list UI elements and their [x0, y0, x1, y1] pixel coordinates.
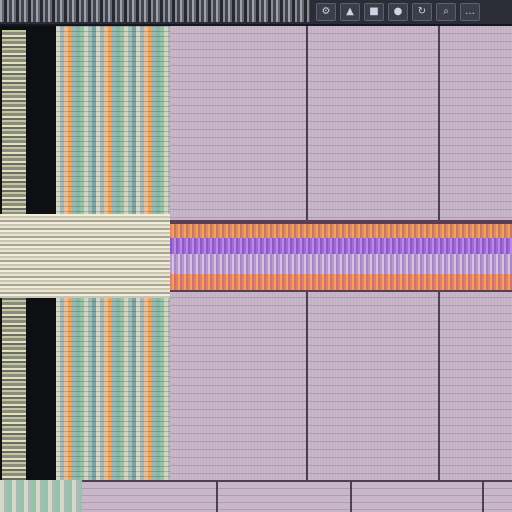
- zoom-button[interactable]: ⌕: [436, 3, 456, 21]
- clip-lavender[interactable]: [170, 254, 512, 274]
- record-button[interactable]: ●: [388, 3, 408, 21]
- settings-icon: ⚙: [321, 6, 331, 17]
- timeline-canvas[interactable]: [170, 26, 512, 480]
- top-toolbar: ⚙ ▲ ■ ● ↻ ⌕ …: [0, 0, 512, 26]
- record-icon: ●: [393, 6, 403, 17]
- settings-button[interactable]: ⚙: [316, 3, 336, 21]
- loop-icon: ↻: [417, 6, 427, 17]
- selected-track-header[interactable]: [0, 214, 170, 298]
- stop-button[interactable]: ■: [364, 3, 384, 21]
- clip-purple[interactable]: [170, 238, 512, 254]
- clip-orange-top[interactable]: [170, 224, 512, 238]
- daw-window: ⚙ ▲ ■ ● ↻ ⌕ …: [0, 0, 512, 512]
- cursor-button[interactable]: ▲: [340, 3, 360, 21]
- clip-orange-bottom[interactable]: [170, 274, 512, 290]
- stop-icon: ■: [369, 6, 379, 17]
- loop-button[interactable]: ↻: [412, 3, 432, 21]
- selected-track-lane[interactable]: [170, 220, 512, 292]
- more-icon: …: [465, 6, 475, 17]
- cursor-icon: ▲: [346, 6, 354, 17]
- bottom-timeline-strip[interactable]: [82, 480, 512, 512]
- toolbar-graphic: [0, 0, 310, 22]
- bar-divider: [216, 482, 218, 512]
- zoom-icon: ⌕: [443, 6, 449, 17]
- bottom-track-controls[interactable]: [0, 480, 82, 512]
- lane-border: [170, 290, 512, 292]
- bar-divider: [350, 482, 352, 512]
- more-button[interactable]: …: [460, 3, 480, 21]
- bar-divider: [482, 482, 484, 512]
